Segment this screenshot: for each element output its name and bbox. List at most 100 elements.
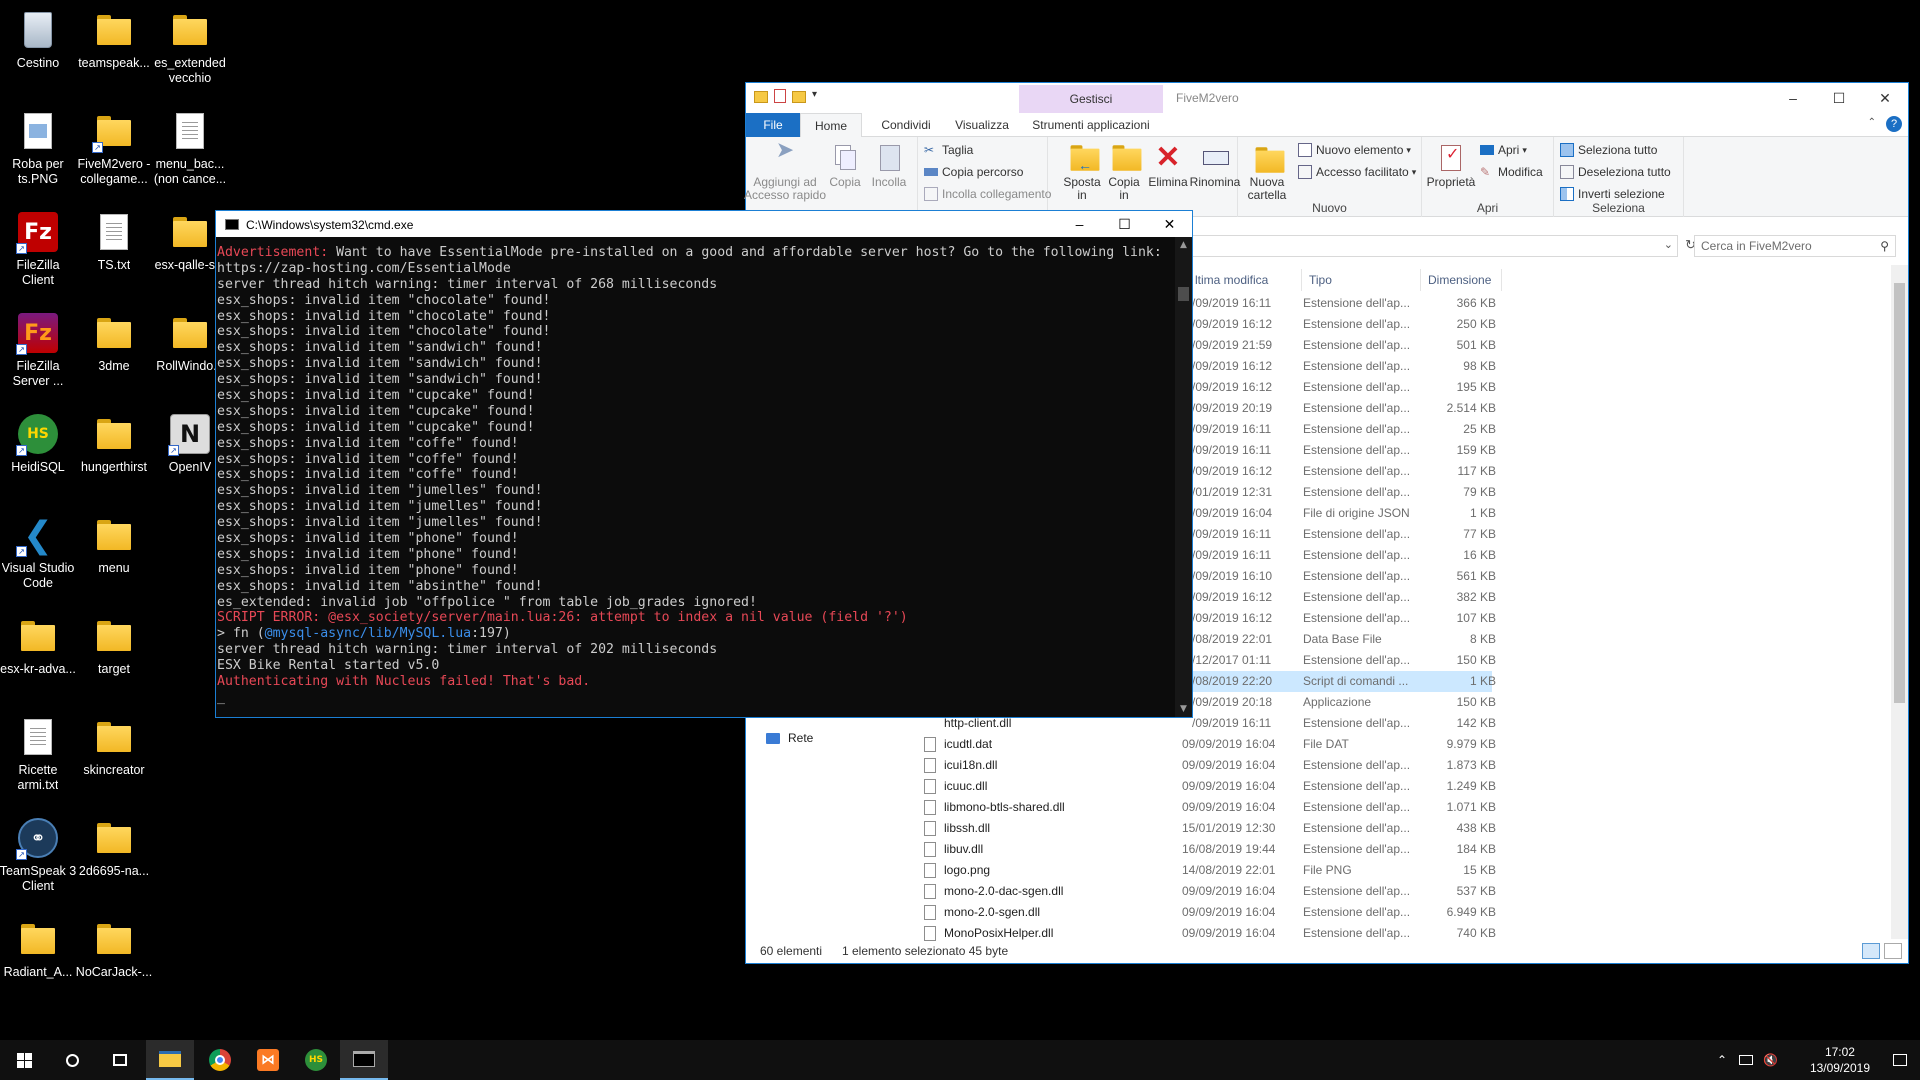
tab-home[interactable]: Home bbox=[800, 113, 862, 138]
console-line: server thread hitch warning: timer inter… bbox=[217, 277, 1175, 293]
file-row[interactable]: logo.png 14/08/2019 22:01 File PNG 15 KB bbox=[746, 860, 1888, 881]
taskbar-heidisql[interactable]: HS bbox=[292, 1040, 340, 1080]
taskbar-file-explorer[interactable] bbox=[146, 1040, 194, 1080]
volume-muted-icon[interactable]: 🔇 bbox=[1763, 1053, 1778, 1067]
edit-button[interactable]: ✎ Modifica bbox=[1480, 165, 1543, 179]
scroll-down-icon[interactable]: ▼ bbox=[1175, 701, 1192, 717]
context-tab-manage[interactable]: Gestisci bbox=[1019, 85, 1163, 113]
chevron-up-icon[interactable]: ⌃ bbox=[1717, 1053, 1727, 1067]
explorer-scrollbar[interactable] bbox=[1891, 265, 1908, 939]
help-icon[interactable]: ? bbox=[1886, 116, 1902, 132]
file-type: Estensione dell'ap... bbox=[1303, 758, 1411, 772]
file-row[interactable]: libssh.dll 15/01/2019 12:30 Estensione del… bbox=[746, 818, 1888, 839]
select-all-button[interactable]: Seleziona tutto bbox=[1560, 143, 1657, 157]
column-type[interactable]: Tipo bbox=[1303, 269, 1421, 291]
desktop-icon[interactable]: 3dme bbox=[70, 311, 158, 374]
tab-file[interactable]: File bbox=[746, 113, 800, 137]
taskbar-xampp[interactable]: ⋈ bbox=[244, 1040, 292, 1080]
collapse-ribbon-icon[interactable]: ⌃ bbox=[1868, 117, 1876, 128]
new-item-button[interactable]: Nuovo elemento ▾ bbox=[1298, 143, 1411, 157]
new-folder-icon[interactable] bbox=[792, 91, 806, 103]
file-row[interactable]: icui18n.dll 09/09/2019 16:04 Estensione de… bbox=[746, 755, 1888, 776]
console-output[interactable]: Advertisement: Want to have EssentialMod… bbox=[216, 237, 1175, 717]
file-row[interactable]: libuv.dll 16/08/2019 19:44 Estensione dell… bbox=[746, 839, 1888, 860]
maximize-button[interactable]: ☐ bbox=[1816, 83, 1862, 113]
desktop-icon[interactable]: menu_bac... (non cance... bbox=[146, 109, 234, 187]
file-row[interactable]: libmono-btls-shared.dll 09/09/2019 16:04 E… bbox=[746, 797, 1888, 818]
paste-button[interactable]: Incolla bbox=[870, 143, 908, 189]
column-size[interactable]: Dimensione bbox=[1422, 269, 1502, 291]
ribbon-group-organize: ← Sposta in Copia in ✕ Elimina Rinomina bbox=[1058, 137, 1240, 217]
tab-view[interactable]: Visualizza bbox=[946, 113, 1018, 137]
desktop-icon[interactable]: ↗ FiveM2vero - collegame... bbox=[70, 109, 158, 187]
easy-access-button[interactable]: Accesso facilitato ▾ bbox=[1298, 165, 1416, 179]
properties-icon[interactable] bbox=[774, 89, 786, 103]
minimize-button[interactable]: – bbox=[1770, 83, 1816, 113]
cut-button[interactable]: ✂ Taglia bbox=[924, 143, 973, 157]
notifications-button[interactable] bbox=[1880, 1040, 1920, 1080]
file-row[interactable]: mono-2.0-dac-sgen.dll 09/09/2019 16:04 Est… bbox=[746, 881, 1888, 902]
desktop-icon[interactable]: hungerthirst bbox=[70, 412, 158, 475]
nav-item-network[interactable]: Rete bbox=[766, 731, 813, 745]
explorer-titlebar[interactable]: ▾ Gestisci FiveM2vero – ☐ ✕ bbox=[746, 83, 1908, 113]
tab-share[interactable]: Condividi bbox=[870, 113, 942, 137]
folder-icon bbox=[92, 917, 136, 961]
file-row[interactable]: icuuc.dll 09/09/2019 16:04 Estensione dell… bbox=[746, 776, 1888, 797]
invert-selection-button[interactable]: Inverti selezione bbox=[1560, 187, 1665, 201]
file-type: Estensione dell'ap... bbox=[1303, 821, 1411, 835]
desktop-icon[interactable]: 2d6695-na... bbox=[70, 816, 158, 879]
cmd-close-button[interactable]: ✕ bbox=[1147, 211, 1192, 237]
cmd-minimize-button[interactable]: – bbox=[1057, 211, 1102, 237]
new-folder-button[interactable]: Nuova cartella bbox=[1244, 143, 1290, 202]
chevron-down-icon[interactable]: ⌄ bbox=[1664, 238, 1673, 251]
scroll-up-icon[interactable]: ▲ bbox=[1175, 237, 1192, 253]
move-to-button[interactable]: ← Sposta in bbox=[1062, 143, 1102, 202]
rename-button[interactable]: Rinomina bbox=[1190, 143, 1240, 189]
address-bar[interactable]: ⌄ bbox=[1186, 235, 1678, 257]
properties-button[interactable]: ✓ Proprietà bbox=[1426, 143, 1476, 189]
taskbar-chrome[interactable] bbox=[196, 1040, 244, 1080]
pin-quick-access-button[interactable]: ➤ Aggiungi ad Accesso rapido bbox=[744, 139, 826, 202]
paste-shortcut-button[interactable]: Incolla collegamento bbox=[924, 187, 1051, 201]
delete-button[interactable]: ✕ Elimina bbox=[1148, 143, 1188, 189]
details-view-icon[interactable] bbox=[1862, 943, 1880, 959]
copy-button[interactable]: Copia bbox=[829, 143, 861, 189]
folder-icon[interactable] bbox=[754, 91, 768, 103]
search-button[interactable] bbox=[48, 1040, 96, 1080]
console-text: esx_shops: invalid item "chocolate" foun… bbox=[217, 308, 551, 324]
taskbar-cmd[interactable] bbox=[340, 1040, 388, 1080]
copy-to-button[interactable]: Copia in bbox=[1104, 143, 1144, 202]
desktop-icon-label: Visual Studio Code bbox=[1, 561, 75, 590]
file-row[interactable]: icudtl.dat 09/09/2019 16:04 File DAT 9.979 … bbox=[746, 734, 1888, 755]
desktop-icon[interactable]: skincreator bbox=[70, 715, 158, 778]
copy-path-button[interactable]: Copia percorso bbox=[924, 165, 1023, 179]
large-icons-view-icon[interactable] bbox=[1884, 943, 1902, 959]
scrollbar-thumb[interactable] bbox=[1178, 287, 1189, 301]
task-view-button[interactable] bbox=[96, 1040, 144, 1080]
cmd-maximize-button[interactable]: ☐ bbox=[1102, 211, 1147, 237]
cmd-scrollbar[interactable]: ▲ ▼ bbox=[1175, 237, 1192, 717]
desktop-icon-label: FileZilla Client bbox=[16, 258, 60, 287]
desktop-icon[interactable]: es_extended vecchio bbox=[146, 8, 234, 86]
desktop-icon[interactable]: target bbox=[70, 614, 158, 677]
desktop-icon[interactable]: teamspeak... bbox=[70, 8, 158, 71]
column-modified[interactable]: ltima modifica bbox=[1189, 269, 1302, 291]
qat-dropdown-icon[interactable]: ▾ bbox=[812, 89, 822, 105]
clock[interactable]: 17:02 13/09/2019 bbox=[1810, 1044, 1870, 1076]
command-prompt-window[interactable]: C:\Windows\system32\cmd.exe – ☐ ✕ Advert… bbox=[215, 210, 1193, 718]
close-button[interactable]: ✕ bbox=[1862, 83, 1908, 113]
select-none-button[interactable]: Deseleziona tutto bbox=[1560, 165, 1671, 179]
cmd-titlebar[interactable]: C:\Windows\system32\cmd.exe – ☐ ✕ bbox=[216, 211, 1192, 237]
desktop-icon[interactable]: NoCarJack-... bbox=[70, 917, 158, 980]
start-button[interactable] bbox=[0, 1040, 48, 1080]
console-line: esx_shops: invalid item "sandwich" found… bbox=[217, 340, 1175, 356]
file-row[interactable]: mono-2.0-sgen.dll 09/09/2019 16:04 Estensi… bbox=[746, 902, 1888, 923]
open-button[interactable]: Apri ▾ bbox=[1480, 143, 1527, 157]
desktop-icon[interactable]: menu bbox=[70, 513, 158, 576]
search-input[interactable]: Cerca in FiveM2vero ⚲ bbox=[1694, 235, 1896, 257]
tab-application-tools[interactable]: Strumenti applicazioni bbox=[1024, 113, 1158, 137]
network-icon[interactable] bbox=[1739, 1055, 1754, 1065]
desktop-icon[interactable]: TS.txt bbox=[70, 210, 158, 273]
file-modified: /09/2019 16:11 bbox=[1192, 296, 1272, 310]
scrollbar-thumb[interactable] bbox=[1894, 283, 1905, 703]
